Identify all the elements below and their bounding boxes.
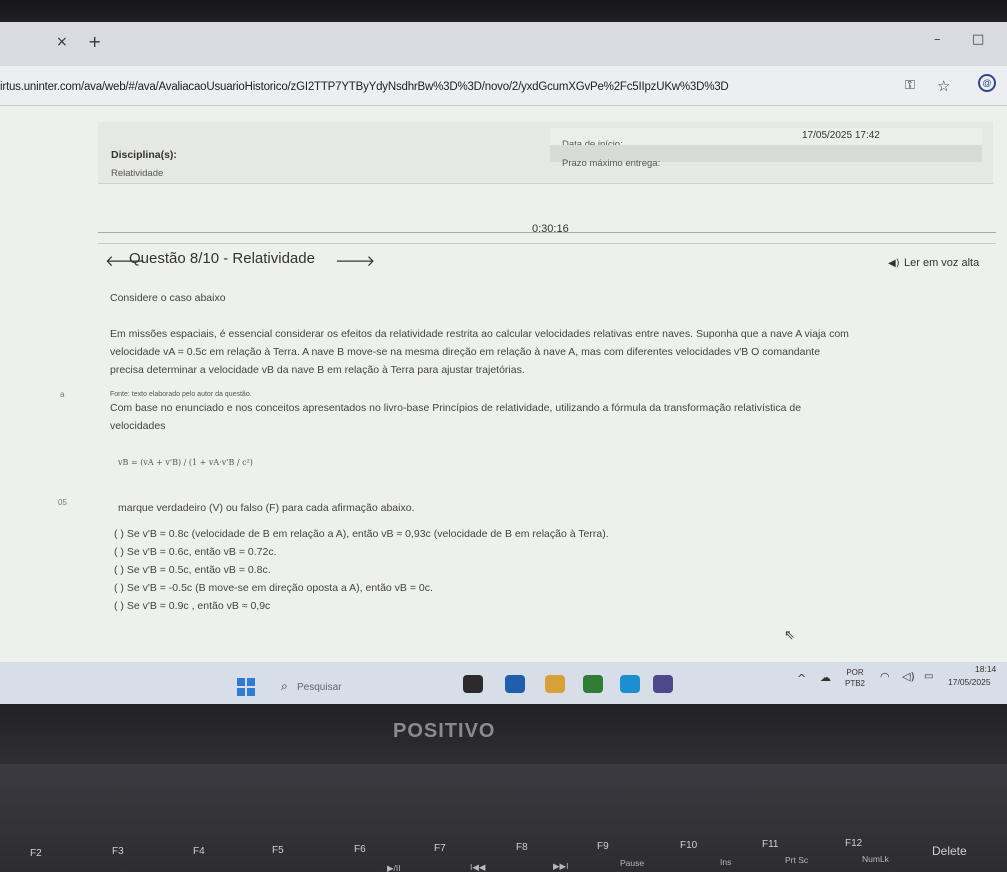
margin-mark-b: 05 (58, 498, 67, 507)
key-sub-print-screen: Prt Sc (785, 855, 809, 865)
taskbar-app-teams-icon[interactable] (505, 675, 525, 693)
mouse-cursor-icon: ⇖ (784, 628, 795, 643)
source-note: Fonte: texto elaborado pelo autor da que… (110, 391, 252, 398)
option-2[interactable]: ( ) Se v'B = 0.6c, então vB = 0.72c. (114, 546, 277, 558)
key-f10: F10 (680, 840, 698, 851)
key-f12: F12 (845, 838, 863, 849)
wifi-icon[interactable]: ◠ (880, 670, 890, 683)
key-f6: F6 (354, 844, 366, 855)
velocity-formula: vB = (vA + v'B) / (1 + vA·v'B / c²) (118, 458, 253, 467)
taskbar-app-folder-icon[interactable] (545, 675, 565, 693)
language-code: POR (846, 668, 864, 677)
key-sub-play-pause: ▶/II (387, 863, 401, 872)
option-4[interactable]: ( ) Se v'B = -0.5c (B move-se em direção… (114, 582, 433, 594)
maximize-icon[interactable]: □ (972, 32, 984, 47)
question-paragraph-3: precisa determinar a velocidade vB da na… (110, 364, 525, 376)
question-paragraph-1: Em missões espaciais, é essencial consid… (110, 328, 849, 340)
laptop-bottom-bezel (0, 704, 1007, 764)
minimize-icon[interactable]: – (934, 32, 941, 47)
speaker-icon[interactable]: ◀) (888, 258, 900, 269)
tray-expand-icon[interactable]: ^ (797, 672, 806, 685)
url-text[interactable]: irtus.uninter.com/ava/web/#/ava/Avaliaca… (0, 81, 729, 93)
option-3[interactable]: ( ) Se v'B = 0.5c, então vB = 0.8c. (114, 564, 271, 576)
question-title: Questão 8/10 - Relatividade (129, 250, 315, 267)
browser-tab-bar (0, 22, 1007, 66)
key-f11: F11 (762, 839, 779, 850)
key-f8: F8 (516, 842, 528, 853)
key-sub-next: ▶▶I (553, 861, 569, 871)
taskbar-app-chrome-icon[interactable] (583, 675, 603, 693)
keyboard-layout: PTB2 (845, 679, 866, 688)
taskbar-search[interactable]: Pesquisar (297, 682, 341, 693)
onedrive-cloud-icon[interactable]: ☁ (820, 671, 831, 684)
close-tab-icon[interactable]: × (56, 34, 68, 50)
taskbar-app-store-icon[interactable] (653, 675, 673, 693)
key-sub-numlock: NumLk (862, 854, 889, 864)
screen: × + – □ irtus.uninter.com/ava/web/#/ava/… (0, 0, 1007, 872)
deadline-label: Prazo máximo entrega: (562, 158, 661, 169)
key-f3: F3 (112, 846, 124, 857)
battery-icon[interactable]: ▭ (924, 671, 933, 682)
brand-logo: POSITIVO (393, 720, 496, 742)
section-divider (98, 243, 996, 244)
discipline-value: Relatividade (111, 168, 164, 179)
option-5[interactable]: ( ) Se v'B = 0.9c , então vB ≈ 0,9c (114, 600, 270, 612)
next-question-icon[interactable]: 🡒 (335, 251, 375, 270)
language-indicator[interactable]: POR PTB2 (845, 667, 865, 689)
bookmark-star-icon[interactable]: ☆ (937, 77, 950, 95)
key-delete: Delete (932, 844, 967, 858)
password-key-icon[interactable]: ⚿ (905, 78, 915, 93)
key-f4: F4 (193, 846, 205, 857)
new-tab-button[interactable]: + (88, 32, 101, 51)
taskbar-app-edge-icon[interactable] (620, 675, 640, 693)
windows-start-icon[interactable] (237, 678, 255, 696)
keyboard (0, 764, 1007, 872)
question-paragraph-5: velocidades (110, 420, 166, 432)
key-f5: F5 (272, 845, 284, 856)
discipline-label: Disciplina(s): (111, 149, 177, 161)
key-sub-insert: Ins (720, 857, 732, 867)
case-intro: Considere o caso abaixo (110, 292, 226, 304)
taskbar-app-file-explorer-icon[interactable] (463, 675, 483, 693)
key-sub-pause: Pause (620, 858, 645, 868)
profile-icon[interactable]: @ (978, 74, 996, 92)
margin-mark-a: a (60, 390, 65, 399)
key-f7: F7 (434, 843, 446, 854)
key-f2: F2 (30, 848, 42, 859)
question-instruction: marque verdadeiro (V) ou falso (F) para … (118, 502, 415, 514)
key-sub-previous: I◀◀ (470, 862, 486, 872)
key-f9: F9 (597, 841, 609, 852)
read-aloud-button[interactable]: Ler em voz alta (904, 257, 979, 269)
volume-icon[interactable]: ◁) (902, 670, 915, 683)
start-date-value: 17/05/2025 17:42 (802, 130, 880, 141)
countdown-timer: 0:30:16 (532, 223, 569, 235)
clock-date[interactable]: 17/05/2025 (948, 677, 991, 687)
question-paragraph-2: velocidade vA = 0.5c em relação à Terra.… (110, 346, 821, 358)
clock-time[interactable]: 18:14 (975, 664, 996, 674)
question-paragraph-4: Com base no enunciado e nos conceitos ap… (110, 402, 802, 414)
search-icon[interactable]: ⌕ (281, 679, 288, 694)
option-1[interactable]: ( ) Se v'B = 0.8c (velocidade de B em re… (114, 528, 609, 540)
